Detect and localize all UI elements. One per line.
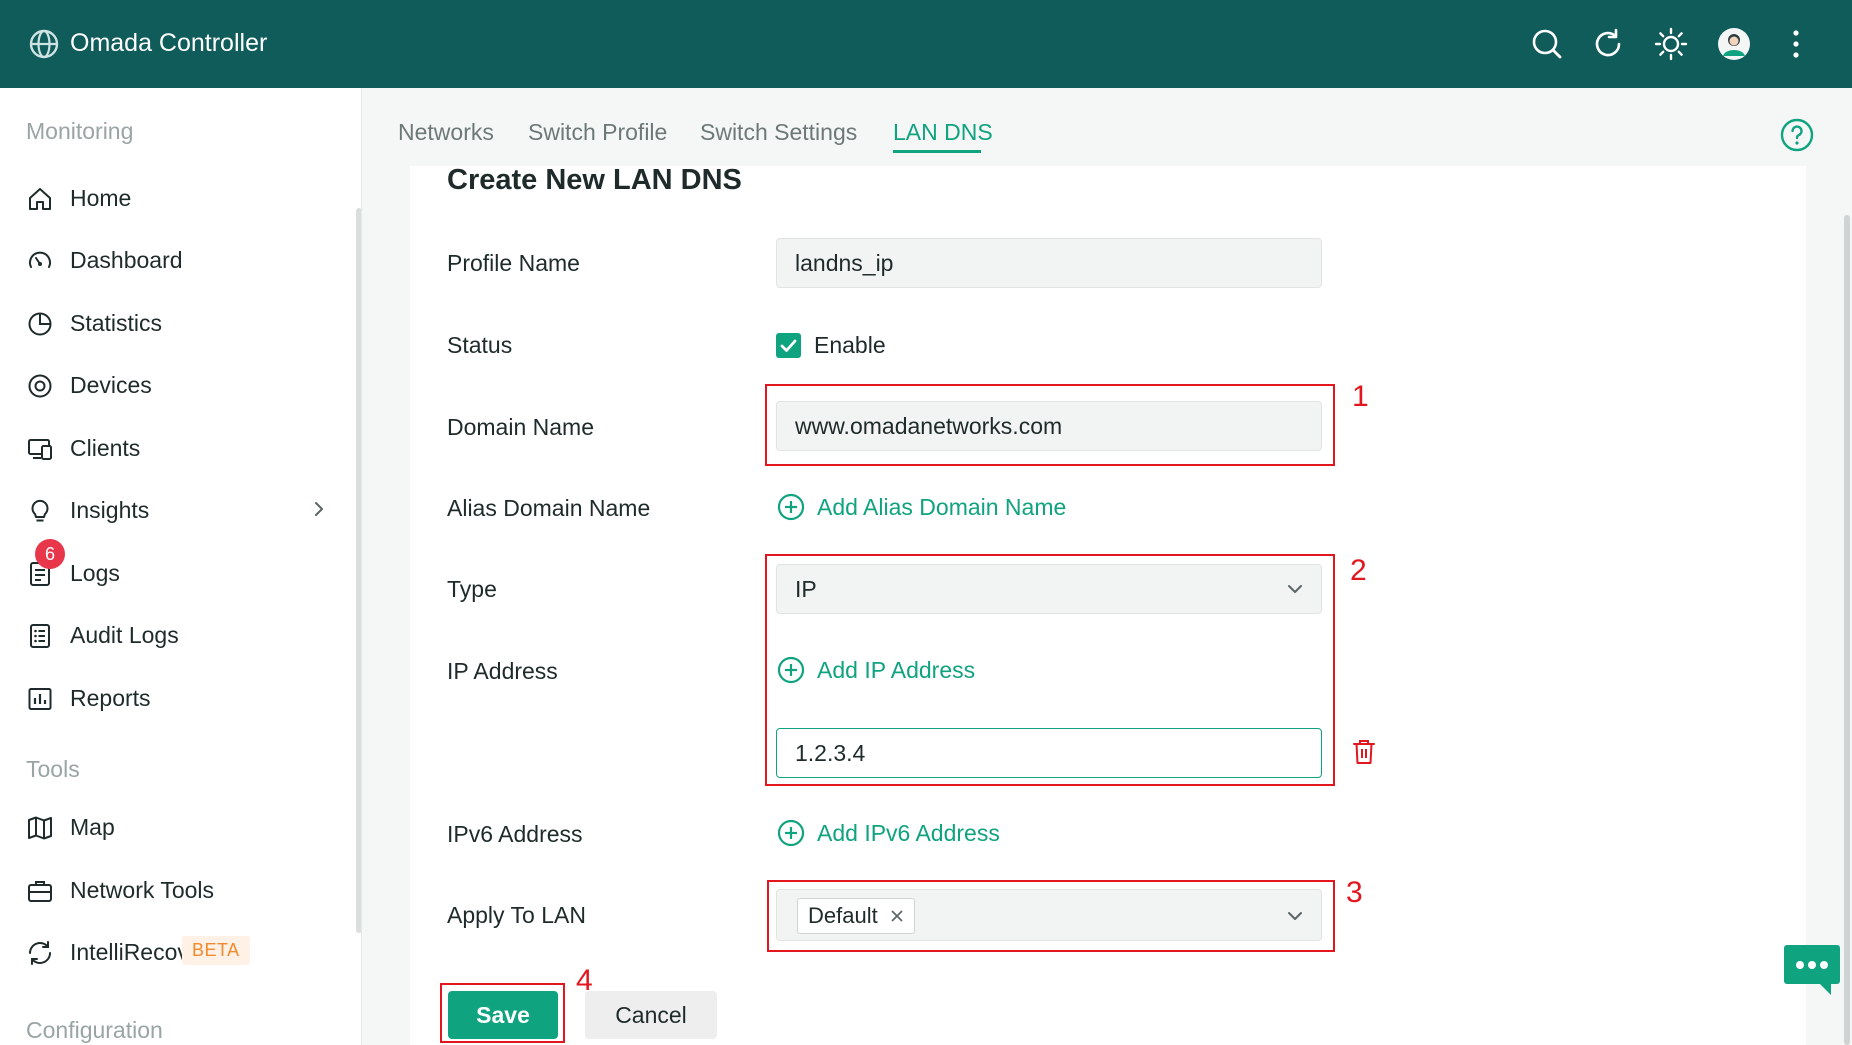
sidebar-item-label: Dashboard xyxy=(70,247,183,273)
alias-domain-label: Alias Domain Name xyxy=(447,495,651,521)
annotation-box-3 xyxy=(767,880,1335,952)
sidebar-item-home[interactable]: Home xyxy=(0,172,350,224)
sidebar-item-label: Reports xyxy=(70,685,151,711)
help-icon[interactable] xyxy=(1780,118,1814,152)
add-ipv6-label: Add IPv6 Address xyxy=(817,819,1000,846)
apply-to-lan-label: Apply To LAN xyxy=(447,902,586,928)
ip-address-label: IP Address xyxy=(447,658,558,684)
devices-target-icon xyxy=(28,374,52,398)
sidebar-item-intellirecover[interactable]: IntelliRecover BETA xyxy=(0,926,350,978)
audit-list-icon xyxy=(30,624,50,648)
sidebar-item-label: Home xyxy=(70,185,132,211)
tab-lan-dns[interactable]: LAN DNS xyxy=(893,119,993,146)
annotation-box-2 xyxy=(765,554,1335,786)
sidebar-heading-tools: Tools xyxy=(26,756,80,782)
search-button[interactable] xyxy=(1527,24,1567,64)
pie-chart-icon xyxy=(28,312,52,336)
domain-name-label: Domain Name xyxy=(447,414,594,440)
add-alias-label: Add Alias Domain Name xyxy=(817,493,1067,520)
avatar[interactable] xyxy=(1714,24,1754,64)
sidebar-item-label: Insights xyxy=(70,497,150,523)
ipv6-address-label: IPv6 Address xyxy=(447,821,583,847)
enable-checkbox[interactable] xyxy=(776,333,801,358)
enable-label: Enable xyxy=(814,332,886,358)
sidebar-item-dashboard[interactable]: Dashboard xyxy=(0,234,350,286)
cancel-button[interactable]: Cancel xyxy=(585,991,717,1039)
more-vertical-icon xyxy=(1793,30,1799,58)
profile-name-label: Profile Name xyxy=(447,250,580,276)
sidebar-scrollbar[interactable] xyxy=(356,208,361,933)
sidebar-item-network-tools[interactable]: Network Tools xyxy=(0,864,350,916)
tab-networks[interactable]: Networks xyxy=(398,119,494,146)
chevron-right-icon xyxy=(315,502,323,516)
sidebar-item-insights[interactable]: Insights xyxy=(0,484,350,536)
profile-name-input[interactable]: landns_ip xyxy=(776,238,1322,288)
sidebar-item-label: Devices xyxy=(70,372,152,398)
app-title: Omada Controller xyxy=(70,29,268,57)
save-button[interactable]: Save xyxy=(448,991,558,1039)
refresh-icon xyxy=(1595,28,1621,57)
sidebar-item-label: Network Tools xyxy=(70,877,215,903)
theme-sun-icon xyxy=(1654,27,1688,61)
map-icon xyxy=(28,816,52,840)
theme-toggle-button[interactable] xyxy=(1651,24,1691,64)
add-circle-icon xyxy=(777,493,805,521)
top-bar: Omada Controller xyxy=(0,0,1852,88)
search-icon xyxy=(1532,29,1562,59)
lightbulb-icon xyxy=(31,499,49,522)
active-tab-indicator xyxy=(893,150,981,153)
beta-tag: BETA xyxy=(182,936,250,965)
logs-count-badge: 6 xyxy=(35,539,65,569)
avatar-icon xyxy=(1718,28,1750,60)
delete-trash-icon[interactable] xyxy=(1352,738,1376,766)
home-icon xyxy=(29,188,51,210)
sidebar-item-label: Audit Logs xyxy=(70,622,179,648)
type-label: Type xyxy=(447,576,497,602)
profile-name-value: landns_ip xyxy=(795,249,894,276)
sidebar-heading-monitoring: Monitoring xyxy=(26,118,134,144)
tab-switch-settings[interactable]: Switch Settings xyxy=(700,119,857,146)
globe-logo-icon xyxy=(29,29,59,59)
sidebar-heading-configuration: Configuration xyxy=(26,1017,163,1043)
sidebar-item-label: Clients xyxy=(70,435,141,461)
page-title: Create New LAN DNS xyxy=(447,164,742,196)
clients-monitor-icon xyxy=(28,439,52,460)
more-menu-button[interactable] xyxy=(1776,24,1816,64)
annotation-box-1 xyxy=(765,384,1335,466)
toolbox-icon xyxy=(28,881,52,902)
dashboard-gauge-icon xyxy=(29,251,51,268)
sidebar-item-label: Logs xyxy=(70,560,120,586)
refresh-button[interactable] xyxy=(1588,24,1628,64)
sidebar-item-map[interactable]: Map xyxy=(0,801,350,853)
sidebar-item-statistics[interactable]: Statistics xyxy=(0,297,350,349)
sidebar-item-audit-logs[interactable]: Audit Logs xyxy=(0,609,350,661)
chat-support-icon[interactable] xyxy=(1783,943,1841,997)
main-scrollbar[interactable] xyxy=(1844,215,1850,1045)
add-circle-icon xyxy=(777,819,805,847)
sidebar-item-clients[interactable]: Clients xyxy=(0,422,350,474)
sidebar: Monitoring Home Dashboard Statistics Dev… xyxy=(0,88,362,1045)
add-alias-domain-button[interactable]: Add Alias Domain Name xyxy=(777,492,1066,522)
annotation-number-2: 2 xyxy=(1350,554,1367,587)
sidebar-item-logs[interactable]: 6 Logs xyxy=(0,539,350,599)
sidebar-item-reports[interactable]: Reports xyxy=(0,672,350,724)
checkmark-icon xyxy=(780,339,797,352)
reports-chart-icon xyxy=(28,688,52,710)
annotation-number-3: 3 xyxy=(1346,876,1363,909)
tab-switch-profile[interactable]: Switch Profile xyxy=(528,119,667,146)
annotation-number-1: 1 xyxy=(1352,380,1369,413)
sidebar-item-label: Map xyxy=(70,814,115,840)
sidebar-item-devices[interactable]: Devices xyxy=(0,359,350,411)
recover-icon xyxy=(29,941,51,965)
add-ipv6-address-button[interactable]: Add IPv6 Address xyxy=(777,818,1000,848)
status-label: Status xyxy=(447,332,513,358)
sidebar-item-label: Statistics xyxy=(70,310,163,336)
